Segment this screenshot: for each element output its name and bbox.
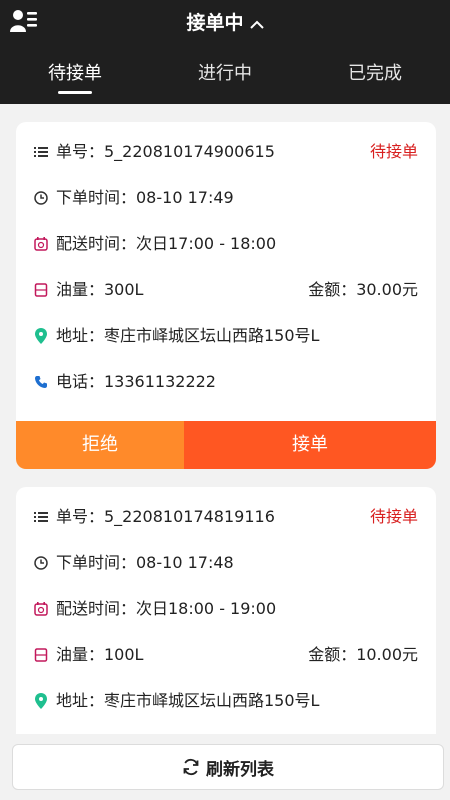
delivery-time-row: 配送时间：次日18:00 - 19:00 <box>34 596 418 622</box>
active-tab-indicator <box>58 91 92 94</box>
volume-amount-row: 油量：300L 金额：30.00元 <box>34 277 418 303</box>
tab-bar: 待接单 进行中 已完成 <box>0 52 450 104</box>
delivery-time: 配送时间：次日17:00 - 18:00 <box>56 234 277 253</box>
oil-volume: 油量：300L <box>56 280 144 299</box>
list-icon <box>34 145 48 159</box>
order-amount: 金额：30.00元 <box>308 280 418 299</box>
delivery-time-row: 配送时间：次日17:00 - 18:00 <box>34 231 418 257</box>
address-row: 地址：枣庄市峄城区坛山西路150号L <box>34 688 418 714</box>
delivery-address: 地址：枣庄市峄城区坛山西路150号L <box>56 326 320 345</box>
fuel-icon <box>34 648 48 662</box>
order-status: 待接单 <box>369 507 418 526</box>
bottom-bar: 刷新列表 <box>0 734 450 800</box>
refresh-icon <box>182 758 200 776</box>
phone-icon <box>34 375 48 389</box>
oil-volume: 油量：100L <box>56 645 144 664</box>
page-title-text: 接单中 <box>186 12 244 34</box>
list-icon <box>34 510 48 524</box>
clock-icon <box>34 191 48 205</box>
order-number: 单号：5_220810174819116 <box>56 507 275 526</box>
order-number-row: 单号：5_220810174900615 待接单 <box>34 139 418 165</box>
tab-pending[interactable]: 待接单 <box>0 52 150 104</box>
order-time: 下单时间：08-10 17:48 <box>56 553 234 572</box>
refresh-list-button[interactable]: 刷新列表 <box>12 744 444 790</box>
accept-button[interactable]: 接单 <box>184 421 436 469</box>
reject-button[interactable]: 拒绝 <box>16 421 184 469</box>
order-amount: 金额：10.00元 <box>308 645 418 664</box>
tab-in-progress[interactable]: 进行中 <box>150 52 300 104</box>
tab-pending-label: 待接单 <box>48 63 102 84</box>
refresh-list-label: 刷新列表 <box>206 759 274 780</box>
phone-number[interactable]: 电话：13361132222 <box>56 369 216 395</box>
order-number: 单号：5_220810174900615 <box>56 142 275 161</box>
order-time-row: 下单时间：08-10 17:48 <box>34 550 418 576</box>
location-pin-icon <box>34 328 48 344</box>
app-header: 接单中 待接单 进行中 已完成 <box>0 0 450 104</box>
order-card: 单号：5_220810174819116 待接单 下单时间：08-10 17:4… <box>16 487 436 747</box>
phone-row: 电话：13361132222 <box>34 369 418 395</box>
order-number-row: 单号：5_220810174819116 待接单 <box>34 504 418 530</box>
order-card: 单号：5_220810174900615 待接单 下单时间：08-10 17:4… <box>16 122 436 469</box>
order-status: 待接单 <box>369 142 418 161</box>
calendar-icon <box>34 602 48 616</box>
calendar-icon <box>34 237 48 251</box>
fuel-icon <box>34 283 48 297</box>
tab-completed[interactable]: 已完成 <box>300 52 450 104</box>
volume-amount-row: 油量：100L 金额：10.00元 <box>34 642 418 668</box>
tab-in-progress-label: 进行中 <box>198 63 252 84</box>
page-title[interactable]: 接单中 <box>0 8 450 38</box>
clock-icon <box>34 556 48 570</box>
chevron-up-icon <box>249 9 264 39</box>
delivery-time: 配送时间：次日18:00 - 19:00 <box>56 599 277 618</box>
order-actions: 拒绝 接单 <box>16 421 436 469</box>
delivery-address: 地址：枣庄市峄城区坛山西路150号L <box>56 691 320 710</box>
order-time: 下单时间：08-10 17:49 <box>56 188 234 207</box>
order-time-row: 下单时间：08-10 17:49 <box>34 185 418 211</box>
location-pin-icon <box>34 693 48 709</box>
address-row: 地址：枣庄市峄城区坛山西路150号L <box>34 323 418 349</box>
tab-completed-label: 已完成 <box>348 63 402 84</box>
